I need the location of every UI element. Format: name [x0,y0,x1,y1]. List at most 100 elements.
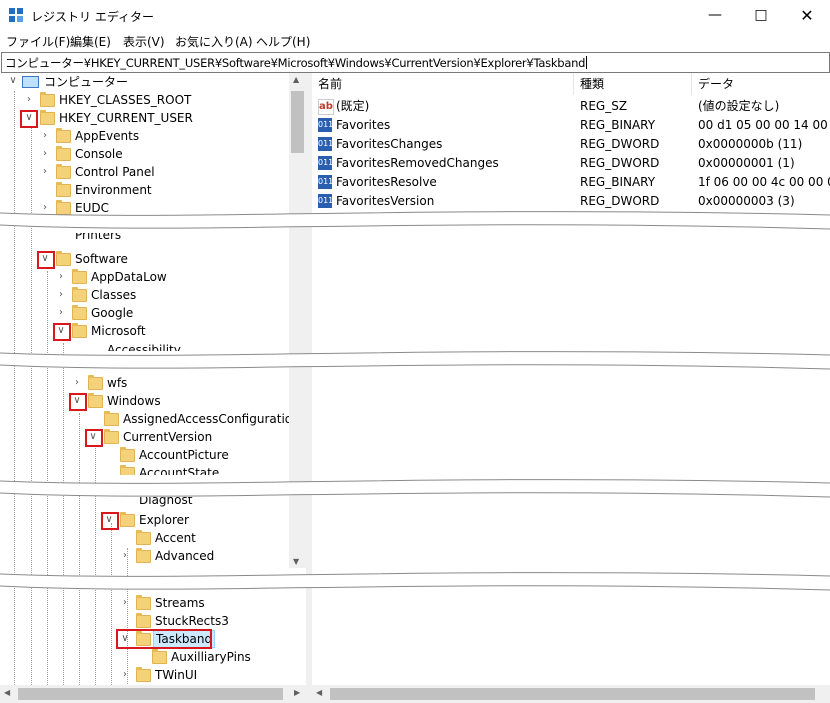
value-type: REG_BINARY [580,175,656,189]
expand-chevron-icon[interactable]: › [40,203,50,213]
tree-horizontal-scrollbar[interactable]: ◀ ▶ [0,685,306,703]
scrollbar-thumb[interactable] [330,688,815,700]
collapse-chevron-icon[interactable]: ∨ [72,396,82,406]
column-header-name[interactable]: 名前 [312,73,574,95]
expand-chevron-icon[interactable]: › [56,290,66,300]
tree-node-environment[interactable]: Environment [0,181,289,199]
expand-chevron-icon[interactable]: › [40,131,50,141]
address-path[interactable]: コンピューター¥HKEY_CURRENT_USER¥Software¥Micro… [5,56,585,70]
tree-node-diagnost[interactable]: Diagnost [0,497,289,509]
tree-node-assignedaccessconfiguration[interactable]: AssignedAccessConfiguration [0,410,300,428]
collapse-chevron-icon[interactable]: ∨ [8,76,18,86]
tree-node-label: EUDC [75,201,109,215]
tree-node-accessibility[interactable]: Accessibility [0,341,289,351]
value-data: 0x00000001 (1) [698,156,795,170]
tree-node-hkcu[interactable]: ∨ HKEY_CURRENT_USER [0,109,289,127]
expand-chevron-icon[interactable]: › [56,272,66,282]
tree-node-streams[interactable]: › Streams [0,594,289,612]
expand-chevron-icon[interactable]: › [120,670,130,680]
tree-node-currentversion[interactable]: ∨ CurrentVersion [0,428,289,446]
expand-chevron-icon[interactable]: › [120,598,130,608]
expand-chevron-icon[interactable]: › [40,167,50,177]
tree-node-advanced[interactable]: › Advanced [0,547,289,565]
menu-help[interactable]: ヘルプ(H) [256,33,310,50]
tree-node-label: AppEvents [75,129,140,143]
menu-file[interactable]: ファイル(F) [6,33,70,50]
value-row[interactable]: 011 Favorites REG_BINARY 00 d1 05 00 00 … [312,116,830,135]
tree-node-wfs[interactable]: › wfs [0,374,289,392]
tree-node-label: TWinUI [155,668,198,682]
expand-chevron-icon[interactable]: › [72,378,82,388]
tree-vertical-scrollbar[interactable]: ▲ ▼ [289,73,306,568]
tree-node-label: AccountState [139,466,220,475]
collapse-chevron-icon[interactable]: ∨ [24,113,34,123]
value-name: FavoritesRemovedChanges [336,156,499,170]
folder-icon [72,305,87,320]
address-bar[interactable]: コンピューター¥HKEY_CURRENT_USER¥Software¥Micro… [1,52,830,73]
tree-node-printers[interactable]: Printers [0,233,289,245]
value-row[interactable]: ab (既定) REG_SZ (値の設定なし) [312,97,830,116]
scroll-left-icon[interactable]: ◀ [4,688,10,697]
value-list-pane[interactable]: 名前 種類 データ ab (既定) REG_SZ (値の設定なし) 011 Fa… [312,73,830,685]
column-header-data[interactable]: データ [692,73,830,95]
tree-node-accent[interactable]: Accent [0,529,289,547]
value-row[interactable]: 011 FavoritesVersion REG_DWORD 0x0000000… [312,192,830,211]
close-button[interactable]: ✕ [784,0,830,31]
tree-node-label: AppDataLow [91,270,167,284]
collapse-chevron-icon[interactable]: ∨ [88,432,98,442]
column-header-type[interactable]: 種類 [574,73,692,95]
collapse-chevron-icon[interactable]: ∨ [40,254,50,264]
tree-node-console[interactable]: › Console [0,145,289,163]
tree-node-eudc[interactable]: › EUDC [0,199,289,217]
collapse-chevron-icon[interactable]: ∨ [120,634,130,644]
registry-editor-window: レジストリ エディター — □ ✕ ファイル(F) 編集(E) 表示(V) お気… [0,0,830,703]
collapse-chevron-icon[interactable]: ∨ [104,515,114,525]
tree-node-classes[interactable]: › Classes [0,286,289,304]
scroll-right-icon[interactable]: ▶ [294,688,300,697]
tree-node-label: Printers [75,233,122,242]
tree-node-computer[interactable]: ∨ コンピューター [0,73,289,91]
menu-view[interactable]: 表示(V) [123,33,165,50]
folder-icon [40,92,55,107]
scroll-up-icon[interactable]: ▲ [293,75,299,84]
tree-node-auxilliarypins[interactable]: AuxilliaryPins [0,648,289,666]
tree-node-taskband[interactable]: ∨ Taskband [0,630,289,648]
tree-node-stuckrects3[interactable]: StuckRects3 [0,612,289,630]
folder-icon [136,613,151,628]
tree-node-software[interactable]: ∨ Software [0,250,289,268]
expand-chevron-icon[interactable]: › [40,149,50,159]
scrollbar-thumb[interactable] [291,91,304,153]
expand-chevron-icon[interactable]: › [56,308,66,318]
tree-node-windows[interactable]: ∨ Windows [0,392,289,410]
scroll-left-icon[interactable]: ◀ [316,688,322,697]
value-row[interactable]: 011 FavoritesResolve REG_BINARY 1f 06 00… [312,173,830,192]
tree-node-twinui[interactable]: › TWinUI [0,666,289,684]
tree-node-appdatalow[interactable]: › AppDataLow [0,268,289,286]
binary-value-icon: 011 [318,118,333,132]
tree-node-accountstate[interactable]: AccountState [0,464,289,475]
minimize-button[interactable]: — [692,0,738,31]
collapse-chevron-icon[interactable]: ∨ [56,326,66,336]
expand-chevron-icon[interactable]: › [24,95,34,105]
maximize-button[interactable]: □ [738,0,784,31]
folder-icon [72,323,87,338]
expand-chevron-icon[interactable]: › [120,551,130,561]
tree-node-accountpicture[interactable]: AccountPicture [0,446,289,464]
tree-node-google[interactable]: › Google [0,304,289,322]
tree-node-control-panel[interactable]: › Control Panel [0,163,289,181]
scrollbar-thumb[interactable] [18,688,283,700]
folder-icon [56,146,71,161]
string-value-icon: ab [318,99,334,115]
key-tree-pane[interactable]: ∨ コンピューター › HKEY_CLASSES_ROOT ∨ HKEY_CUR… [0,73,306,685]
value-name: (既定) [336,99,370,113]
list-horizontal-scrollbar[interactable]: ◀ [312,685,830,703]
value-row[interactable]: 011 FavoritesRemovedChanges REG_DWORD 0x… [312,154,830,173]
tree-node-appevents[interactable]: › AppEvents [0,127,289,145]
scroll-down-icon[interactable]: ▼ [293,557,299,566]
tree-node-hkcr[interactable]: › HKEY_CLASSES_ROOT [0,91,289,109]
menu-favorites[interactable]: お気に入り(A) [175,33,253,50]
value-row[interactable]: 011 FavoritesChanges REG_DWORD 0x0000000… [312,135,830,154]
tree-node-microsoft[interactable]: ∨ Microsoft [0,322,289,340]
tree-node-explorer[interactable]: ∨ Explorer [0,511,289,529]
menu-edit[interactable]: 編集(E) [70,33,111,50]
